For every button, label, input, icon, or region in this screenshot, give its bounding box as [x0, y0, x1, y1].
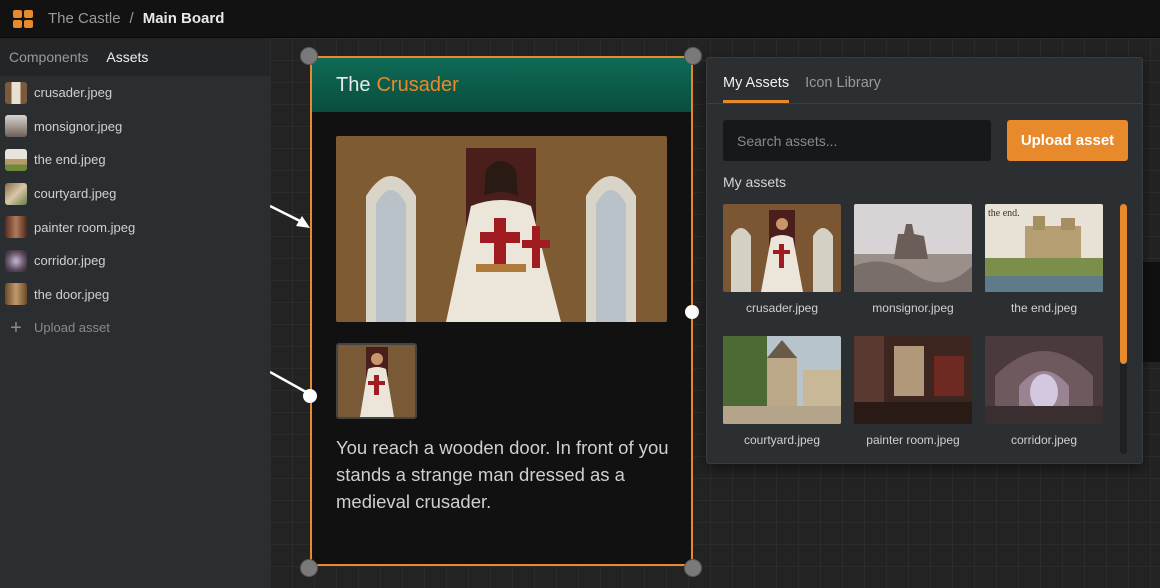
section-label: My assets — [723, 174, 787, 190]
asset-tile-caption: the end.jpeg — [1010, 301, 1078, 315]
sidebar-item-crusader[interactable]: crusader.jpeg — [0, 76, 270, 110]
asset-tile-caption: crusader.jpeg — [745, 301, 819, 315]
asset-tile-the-end[interactable]: the end. the end.jpeg — [985, 204, 1103, 315]
asset-tile-image — [723, 336, 841, 424]
sidebar-item-label: the door.jpeg — [34, 286, 110, 302]
resize-handle-top-right[interactable] — [684, 47, 702, 65]
sidebar-item-label: monsignor.jpeg — [34, 118, 123, 134]
tab-assets[interactable]: Assets — [97, 49, 157, 65]
sidebar-item-courtyard[interactable]: courtyard.jpeg — [0, 177, 270, 211]
tab-my-assets[interactable]: My Assets — [723, 75, 790, 103]
upload-asset-button[interactable]: Upload asset — [1007, 120, 1128, 161]
sidebar-item-the-door[interactable]: the door.jpeg — [0, 278, 270, 312]
asset-thumbnail — [5, 148, 27, 171]
popup-scrollbar-thumb[interactable] — [1120, 204, 1127, 364]
connection-port-left[interactable] — [303, 389, 317, 403]
sidebar-tabs: Components Assets — [0, 38, 270, 76]
popup-scrollbar[interactable] — [1120, 204, 1127, 454]
upload-asset-label: Upload asset — [34, 320, 110, 336]
sidebar-upload-asset[interactable]: + Upload asset — [0, 311, 270, 345]
card-header: The Crusader — [312, 58, 691, 112]
asset-tile-corridor[interactable]: corridor.jpeg — [985, 336, 1103, 447]
asset-tile-image — [985, 336, 1103, 424]
asset-tile-image — [723, 204, 841, 292]
asset-tile-caption: corridor.jpeg — [1010, 433, 1078, 447]
card-title-prefix: The — [336, 73, 371, 96]
breadcrumb-project[interactable]: The Castle — [48, 10, 121, 27]
sidebar-item-painter-room[interactable]: painter room.jpeg — [0, 210, 270, 244]
asset-tile-image — [854, 336, 972, 424]
story-card[interactable]: The Crusader You reach a wooden door. In… — [310, 56, 693, 566]
sidebar-item-corridor[interactable]: corridor.jpeg — [0, 244, 270, 278]
search-assets-input[interactable] — [723, 120, 991, 161]
tile-overlay-text: the end. — [988, 208, 1020, 219]
popup-tabs: My Assets Icon Library — [707, 58, 1142, 104]
offscreen-node — [1143, 262, 1160, 362]
asset-thumbnail — [5, 249, 27, 272]
asset-tile-image: the end. — [985, 204, 1103, 292]
sidebar-item-label: corridor.jpeg — [34, 253, 106, 269]
asset-tile-monsignor[interactable]: monsignor.jpeg — [854, 204, 972, 315]
app-grid-icon[interactable] — [13, 9, 33, 28]
card-title-accent: Crusader — [376, 73, 459, 96]
card-hero-image — [336, 136, 667, 322]
resize-handle-bottom-right[interactable] — [684, 559, 702, 577]
asset-tile-caption: painter room.jpeg — [866, 433, 960, 447]
asset-thumbnail — [5, 216, 27, 239]
asset-tile-image — [854, 204, 972, 292]
asset-tile-courtyard[interactable]: courtyard.jpeg — [723, 336, 841, 447]
resize-handle-bottom-left[interactable] — [300, 559, 318, 577]
sidebar: Components Assets crusader.jpeg monsigno… — [0, 38, 270, 588]
asset-tile-painter-room[interactable]: painter room.jpeg — [854, 336, 972, 447]
asset-thumbnail — [5, 81, 27, 104]
sidebar-item-monsignor[interactable]: monsignor.jpeg — [0, 110, 270, 144]
card-thumbnail-image — [336, 343, 417, 419]
asset-thumbnail — [5, 182, 27, 205]
plus-icon: + — [10, 316, 22, 339]
sidebar-item-label: crusader.jpeg — [34, 85, 113, 101]
tab-components[interactable]: Components — [0, 49, 97, 65]
asset-tile-crusader[interactable]: crusader.jpeg — [723, 204, 841, 315]
asset-tile-caption: monsignor.jpeg — [872, 301, 954, 315]
assets-popup: My Assets Icon Library Upload asset My a… — [706, 57, 1143, 464]
asset-thumbnail — [5, 283, 27, 306]
breadcrumb-separator: / — [129, 10, 134, 27]
top-bar: The Castle / Main Board — [0, 0, 1160, 38]
tab-icon-library[interactable]: Icon Library — [805, 75, 881, 103]
sidebar-item-label: painter room.jpeg — [34, 219, 136, 235]
breadcrumb-board: Main Board — [142, 10, 225, 27]
asset-tile-caption: courtyard.jpeg — [743, 433, 821, 447]
sidebar-item-the-end[interactable]: the end.jpeg — [0, 143, 270, 177]
connection-port-right[interactable] — [685, 305, 699, 319]
asset-thumbnail — [5, 115, 27, 138]
sidebar-item-label: courtyard.jpeg — [34, 186, 117, 202]
card-story-text: You reach a wooden door. In front of you… — [336, 437, 669, 512]
sidebar-item-label: the end.jpeg — [34, 152, 106, 168]
resize-handle-top-left[interactable] — [300, 47, 318, 65]
